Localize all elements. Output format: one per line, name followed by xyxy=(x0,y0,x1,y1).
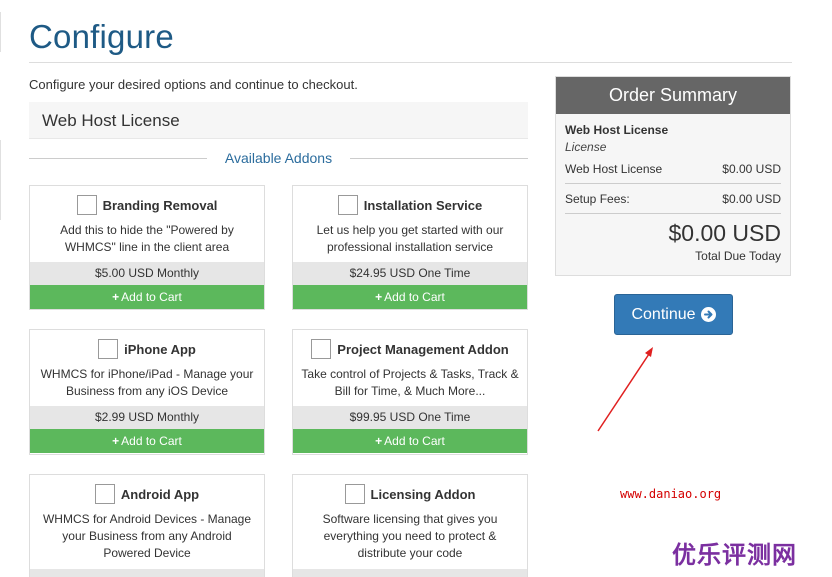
addon-header: Android App xyxy=(30,475,264,511)
addon-name: Installation Service xyxy=(363,197,483,213)
title-divider xyxy=(29,62,792,63)
addon-checkbox[interactable] xyxy=(98,339,119,359)
addon-price: $5.00 USD Monthly xyxy=(30,262,264,285)
add-to-cart-button[interactable]: + Add to Cart xyxy=(30,429,264,453)
edge-divider xyxy=(0,12,1,52)
addon-card-android-app: Android App WHMCS for Android Devices - … xyxy=(29,474,265,577)
addon-card-project-management: Project Management Addon Take control of… xyxy=(292,329,528,455)
addon-price: $24.95 USD One Time xyxy=(293,262,527,285)
add-to-cart-label: Add to Cart xyxy=(121,434,182,448)
addon-name: Project Management Addon xyxy=(337,341,509,357)
addon-price: $99.95 USD One Time xyxy=(293,406,527,429)
addon-description: WHMCS for iPhone/iPad - Manage your Busi… xyxy=(40,367,254,398)
page-title: Configure xyxy=(29,18,174,55)
add-to-cart-label: Add to Cart xyxy=(384,290,445,304)
setup-fees-label: Setup Fees: xyxy=(565,192,630,206)
annotation-arrow xyxy=(597,347,653,432)
addon-description: Take control of Projects & Tasks, Track … xyxy=(301,367,519,398)
summary-product-name: Web Host License xyxy=(565,123,669,137)
edge-divider xyxy=(0,140,1,220)
product-name: Web Host License xyxy=(42,111,180,130)
continue-label: Continue xyxy=(631,305,696,323)
continue-button[interactable]: Continue xyxy=(614,294,733,335)
addon-description: Software licensing that gives you everyt… xyxy=(322,512,498,560)
heading-rule xyxy=(350,158,528,159)
summary-product-type: License xyxy=(565,140,607,154)
addon-card-iphone-app: iPhone App WHMCS for iPhone/iPad - Manag… xyxy=(29,329,265,455)
addon-header: Licensing Addon xyxy=(293,475,527,511)
summary-divider xyxy=(565,213,781,214)
addon-price xyxy=(293,569,527,577)
addon-description: Add this to hide the "Powered by WHMCS" … xyxy=(60,223,234,254)
addon-description: Let us help you get started with our pro… xyxy=(316,223,504,254)
addon-header: Installation Service xyxy=(293,186,527,222)
addon-checkbox[interactable] xyxy=(344,484,365,504)
add-to-cart-label: Add to Cart xyxy=(384,434,445,448)
addon-card-installation-service: Installation Service Let us help you get… xyxy=(292,185,528,310)
addon-checkbox[interactable] xyxy=(94,484,115,504)
plus-icon: + xyxy=(375,290,383,304)
addon-card-branding-removal: Branding Removal Add this to hide the "P… xyxy=(29,185,265,310)
addon-checkbox[interactable] xyxy=(76,195,97,215)
total-amount: $0.00 USD xyxy=(668,220,781,246)
addon-header: Project Management Addon xyxy=(293,330,527,366)
plus-icon: + xyxy=(112,290,120,304)
addon-header: Branding Removal xyxy=(30,186,264,222)
addon-name: Android App xyxy=(120,486,200,502)
addon-name: iPhone App xyxy=(124,341,196,357)
summary-divider xyxy=(565,183,781,184)
add-to-cart-button[interactable]: + Add to Cart xyxy=(30,285,264,309)
brand-logo: 优乐评测网 xyxy=(672,542,797,569)
addon-card-licensing-addon: Licensing Addon Software licensing that … xyxy=(292,474,528,577)
addon-name: Branding Removal xyxy=(102,197,218,213)
product-header: Web Host License xyxy=(29,102,528,139)
addons-heading: Available Addons xyxy=(29,150,528,166)
arrow-circle-right-icon xyxy=(700,307,716,322)
summary-line-value: $0.00 USD xyxy=(722,162,781,176)
add-to-cart-label: Add to Cart xyxy=(121,290,182,304)
add-to-cart-button[interactable]: + Add to Cart xyxy=(293,429,527,453)
addon-checkbox[interactable] xyxy=(311,339,332,359)
addon-price: $2.99 USD Monthly xyxy=(30,406,264,429)
summary-line-label: Web Host License xyxy=(565,162,663,176)
addon-description: WHMCS for Android Devices - Manage your … xyxy=(42,512,252,560)
order-summary-heading: Order Summary xyxy=(556,77,790,114)
addon-checkbox[interactable] xyxy=(337,195,358,215)
setup-fees-value: $0.00 USD xyxy=(722,192,781,206)
addon-name: Licensing Addon xyxy=(370,486,476,502)
order-summary: Order Summary Web Host License License W… xyxy=(555,76,791,276)
watermark-text: www.daniao.org xyxy=(620,487,722,501)
addon-header: iPhone App xyxy=(30,330,264,366)
summary-line: Web Host License $0.00 USD xyxy=(565,162,781,176)
plus-icon: + xyxy=(112,434,120,448)
plus-icon: + xyxy=(375,434,383,448)
add-to-cart-button[interactable]: + Add to Cart xyxy=(293,285,527,309)
addon-price xyxy=(30,569,264,577)
order-summary-body: Web Host License License Web Host Licens… xyxy=(556,114,790,263)
total-label: Total Due Today xyxy=(695,249,781,263)
intro-text: Configure your desired options and conti… xyxy=(29,77,358,92)
summary-setup: Setup Fees: $0.00 USD xyxy=(565,192,781,206)
